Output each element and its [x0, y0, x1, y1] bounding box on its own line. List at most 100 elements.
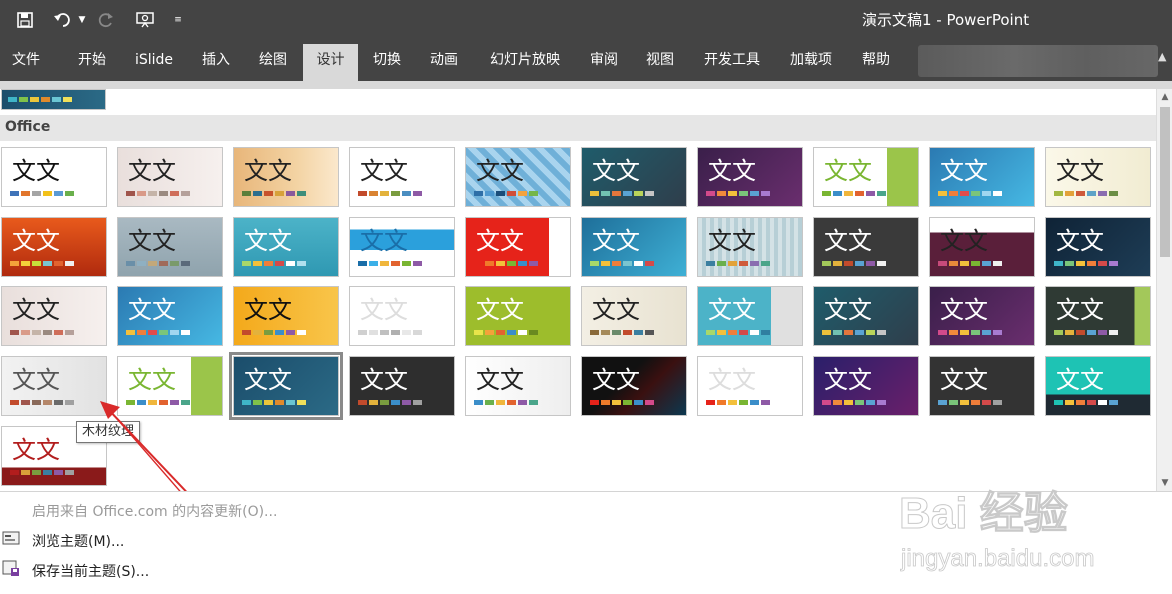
theme-thumb[interactable]: 文文: [349, 356, 455, 416]
theme-color-swatches: [706, 330, 770, 335]
color-swatch: [159, 191, 168, 196]
redo-icon[interactable]: [94, 8, 118, 32]
theme-thumb[interactable]: 文文: [581, 217, 687, 277]
theme-thumb[interactable]: 文文: [1045, 217, 1151, 277]
theme-thumb[interactable]: 文文: [1, 147, 107, 207]
undo-dropdown-icon[interactable]: ▼: [76, 8, 88, 32]
theme-thumb[interactable]: 文文: [233, 217, 339, 277]
theme-thumb[interactable]: 文文: [929, 286, 1035, 346]
chevron-down-icon[interactable]: ≡: [170, 8, 186, 32]
color-swatch: [413, 261, 422, 266]
theme-color-swatches: [590, 191, 654, 196]
tab-design[interactable]: 设计: [303, 44, 358, 81]
color-swatch: [971, 191, 980, 196]
theme-thumb[interactable]: 文文: [465, 147, 571, 207]
theme-thumb[interactable]: 文文: [117, 286, 223, 346]
scroll-down-icon[interactable]: ▼: [1157, 475, 1172, 491]
theme-thumb[interactable]: 文文: [465, 286, 571, 346]
save-icon[interactable]: [12, 8, 38, 32]
scroll-up-icon[interactable]: ▲: [1157, 89, 1172, 105]
tab-review[interactable]: 审阅: [580, 44, 628, 81]
color-swatch: [159, 330, 168, 335]
color-swatch: [993, 261, 1002, 266]
color-swatch: [750, 191, 759, 196]
theme-thumb[interactable]: 文文: [349, 217, 455, 277]
color-swatch: [949, 400, 958, 405]
color-swatch: [623, 261, 632, 266]
color-swatch: [601, 261, 610, 266]
theme-thumb[interactable]: 文文: [813, 147, 919, 207]
theme-thumb[interactable]: 文文: [233, 147, 339, 207]
color-swatch: [612, 400, 621, 405]
color-swatch: [739, 400, 748, 405]
tab-islide[interactable]: iSlide: [126, 44, 182, 81]
theme-thumb[interactable]: 文文: [697, 286, 803, 346]
theme-thumb[interactable]: 文文: [697, 147, 803, 207]
theme-thumb[interactable]: 文文: [117, 147, 223, 207]
undo-icon[interactable]: [50, 8, 76, 32]
save-theme-item[interactable]: 保存当前主题(S)...: [32, 561, 149, 581]
theme-thumb[interactable]: 文文: [233, 286, 339, 346]
color-swatch: [485, 191, 494, 196]
theme-thumb[interactable]: 文文: [581, 356, 687, 416]
theme-thumb[interactable]: 文文: [697, 356, 803, 416]
gallery-scrollbar[interactable]: ▲ ▼: [1156, 89, 1172, 491]
theme-thumb[interactable]: 文文: [929, 356, 1035, 416]
theme-thumb[interactable]: 文文: [1045, 356, 1151, 416]
theme-thumb[interactable]: 文文: [465, 217, 571, 277]
theme-thumb[interactable]: 文文: [117, 217, 223, 277]
color-swatch: [507, 400, 516, 405]
theme-thumb[interactable]: 文文: [929, 147, 1035, 207]
color-swatch: [949, 191, 958, 196]
chevron-up-icon[interactable]: ▲: [1158, 50, 1172, 70]
theme-thumb[interactable]: 文文: [465, 356, 571, 416]
present-icon[interactable]: [132, 8, 158, 32]
color-swatch: [181, 191, 190, 196]
theme-thumb[interactable]: 文文: [813, 286, 919, 346]
browse-theme-item[interactable]: 浏览主题(M)...: [32, 531, 124, 551]
theme-color-swatches: [242, 400, 306, 405]
tab-file[interactable]: 文件: [2, 44, 50, 81]
color-swatch: [496, 191, 505, 196]
tab-developer[interactable]: 开发工具: [694, 44, 770, 81]
theme-color-swatches: [474, 330, 538, 335]
theme-thumb[interactable]: 文文: [1, 286, 107, 346]
theme-thumb[interactable]: 文文: [1045, 286, 1151, 346]
theme-thumb[interactable]: 文文: [349, 286, 455, 346]
theme-thumb[interactable]: 文文: [929, 217, 1035, 277]
tab-transitions[interactable]: 切换: [363, 44, 411, 81]
theme-thumb[interactable]: 文文: [229, 352, 343, 420]
tab-insert[interactable]: 插入: [192, 44, 240, 81]
theme-thumb[interactable]: 文文: [1045, 147, 1151, 207]
ribbon-strip: [0, 81, 1172, 89]
theme-thumb[interactable]: 文文: [697, 217, 803, 277]
theme-thumb[interactable]: 文文: [581, 147, 687, 207]
color-swatch: [706, 400, 715, 405]
theme-thumb[interactable]: 文文: [813, 217, 919, 277]
tab-help[interactable]: 帮助: [852, 44, 900, 81]
baidu-watermark: Bai 经验 jingyan.baidu.com: [899, 489, 1095, 573]
color-swatch: [126, 330, 135, 335]
color-swatch: [739, 261, 748, 266]
theme-thumb[interactable]: 文文: [349, 147, 455, 207]
theme-color-swatches: [938, 261, 1002, 266]
tab-view[interactable]: 视图: [636, 44, 684, 81]
tab-home[interactable]: 开始: [68, 44, 116, 81]
tab-slideshow[interactable]: 幻灯片放映: [478, 44, 572, 81]
current-theme-thumb[interactable]: [1, 89, 106, 110]
theme-thumb[interactable]: 文文: [813, 356, 919, 416]
color-swatch: [43, 330, 52, 335]
color-swatch: [485, 261, 494, 266]
tab-addins[interactable]: 加载项: [780, 44, 842, 81]
color-swatch: [413, 330, 422, 335]
tab-draw[interactable]: 绘图: [249, 44, 297, 81]
tab-animations[interactable]: 动画: [420, 44, 468, 81]
theme-thumb[interactable]: 文文: [581, 286, 687, 346]
color-swatch: [474, 330, 483, 335]
theme-color-swatches: [10, 261, 74, 266]
theme-thumb[interactable]: 文文: [1, 217, 107, 277]
color-swatch: [623, 330, 632, 335]
scrollbar-thumb[interactable]: [1160, 107, 1170, 257]
color-swatch: [960, 400, 969, 405]
color-swatch: [1109, 400, 1118, 405]
